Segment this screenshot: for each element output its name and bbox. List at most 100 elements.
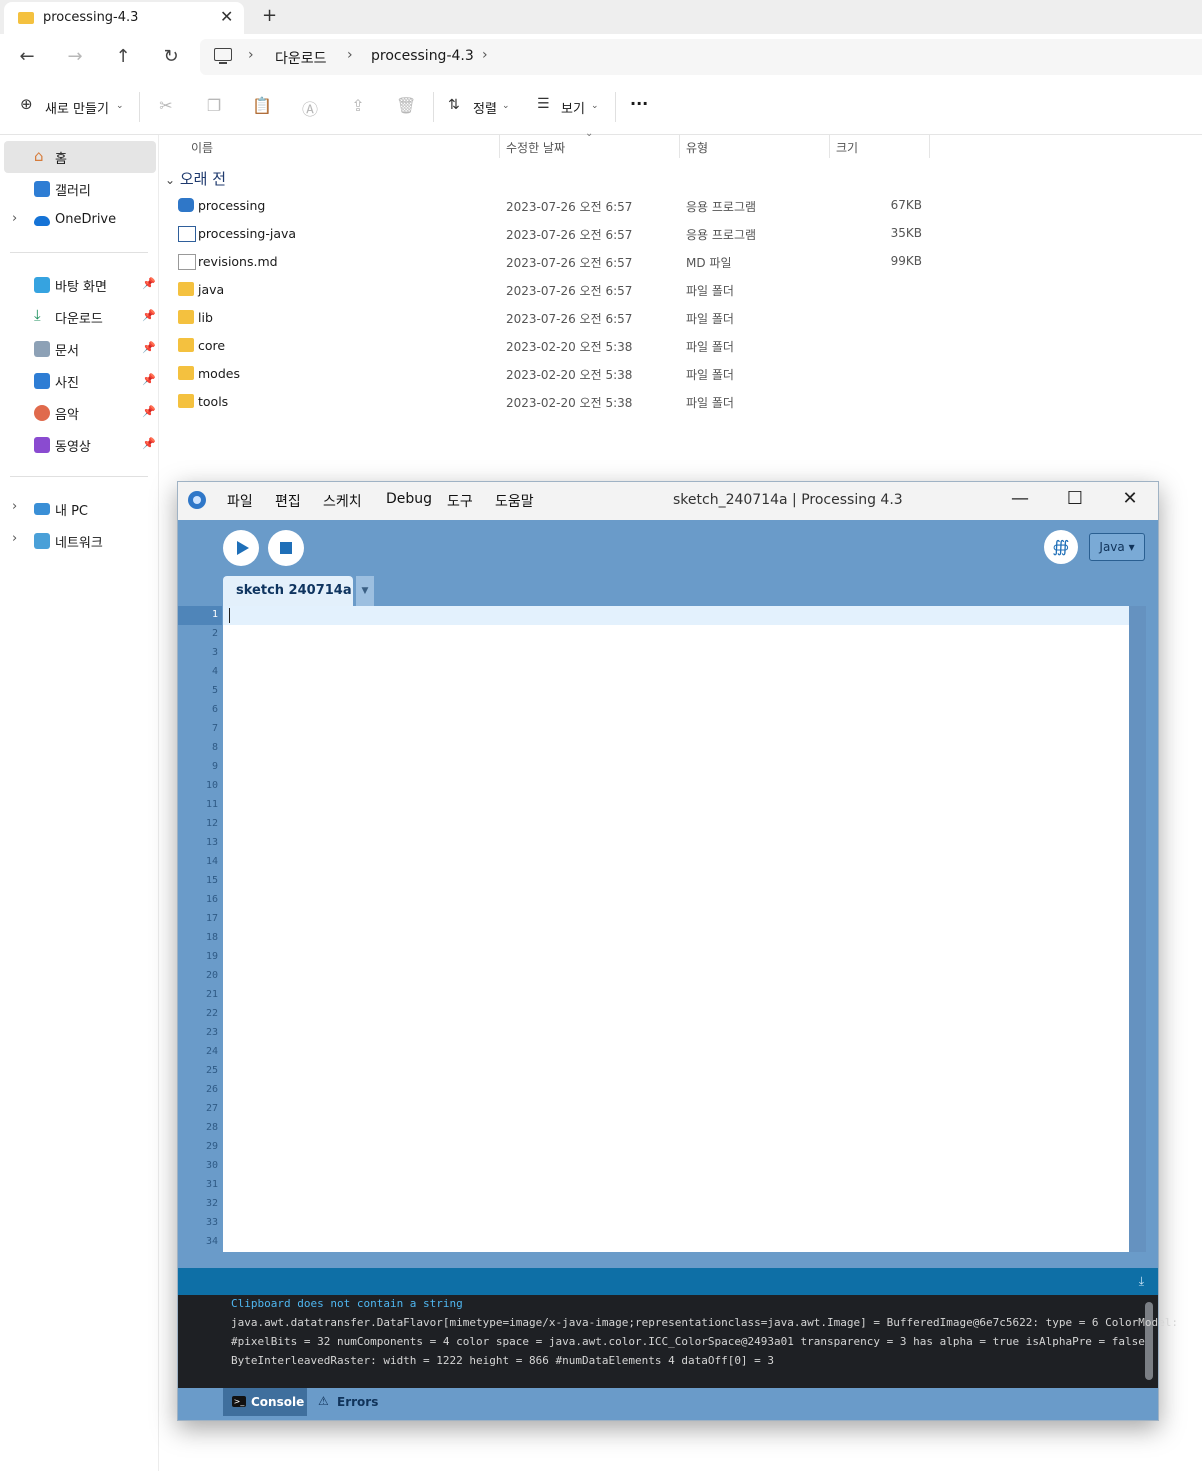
copy-icon[interactable]: ❐ bbox=[204, 96, 224, 115]
file-row[interactable]: core 2023-02-20 오전 5:38 파일 폴더 bbox=[172, 332, 932, 360]
forward-button[interactable]: → bbox=[63, 46, 87, 67]
menu-tools[interactable]: 도구 bbox=[447, 491, 473, 511]
line-number: 1 bbox=[211, 609, 218, 620]
column-header-size[interactable]: 크기 bbox=[836, 139, 858, 156]
sort-button[interactable]: 정렬 bbox=[473, 98, 497, 117]
pin-icon[interactable]: 📌 bbox=[142, 405, 156, 418]
breadcrumb-separator[interactable]: › bbox=[248, 47, 254, 63]
sidebar-item-onedrive[interactable]: › OneDrive bbox=[4, 205, 156, 237]
line-number-gutter bbox=[178, 606, 222, 1252]
menu-debug[interactable]: Debug bbox=[386, 491, 432, 507]
sidebar-item-this-pc[interactable]: › 내 PC bbox=[4, 493, 156, 525]
address-bar[interactable]: › 다운로드 › processing-4.3 › bbox=[200, 39, 1202, 75]
sidebar-item-home[interactable]: ⌂ 홈 bbox=[4, 141, 156, 173]
menu-sketch[interactable]: 스케치 bbox=[323, 491, 362, 511]
terminal-icon: >_ bbox=[232, 1396, 246, 1407]
maximize-button[interactable]: ☐ bbox=[1060, 488, 1090, 509]
column-header-date[interactable]: 수정한 날짜 bbox=[506, 139, 565, 156]
editor-scrollbar[interactable] bbox=[1129, 606, 1146, 1252]
file-row[interactable]: processing-java 2023-07-26 오전 6:57 응용 프로그램… bbox=[172, 220, 932, 248]
view-button[interactable]: 보기 bbox=[561, 98, 585, 117]
tab-console[interactable]: >_ Console bbox=[223, 1388, 307, 1416]
stop-button[interactable] bbox=[268, 530, 304, 566]
mode-selector[interactable]: Java ▾ bbox=[1089, 533, 1145, 561]
pin-icon[interactable]: 📌 bbox=[142, 373, 156, 386]
up-button[interactable]: ↑ bbox=[111, 46, 135, 67]
column-header-type[interactable]: 유형 bbox=[686, 139, 708, 156]
sidebar-item-label: 다운로드 bbox=[55, 312, 103, 327]
chevron-right-icon[interactable]: › bbox=[12, 531, 17, 546]
refresh-button[interactable]: ↻ bbox=[159, 46, 183, 67]
rename-icon[interactable]: Ⓐ bbox=[300, 96, 320, 120]
network-icon bbox=[34, 533, 50, 549]
column-divider[interactable] bbox=[679, 134, 680, 158]
file-date: 2023-02-20 오전 5:38 bbox=[506, 396, 633, 410]
code-editor[interactable] bbox=[223, 606, 1129, 1252]
group-header[interactable]: ⌄ 오래 전 bbox=[165, 168, 226, 189]
share-icon[interactable]: ⇪ bbox=[348, 96, 368, 115]
file-row[interactable]: processing 2023-07-26 오전 6:57 응용 프로그램 67KB bbox=[172, 192, 932, 220]
menu-help[interactable]: 도움말 bbox=[495, 491, 534, 511]
menu-file[interactable]: 파일 bbox=[227, 491, 253, 511]
debug-button[interactable]: ∰ bbox=[1044, 530, 1078, 564]
line-number: 31 bbox=[205, 1179, 218, 1190]
tab-close-icon[interactable]: ✕ bbox=[220, 7, 233, 26]
sidebar-item-desktop[interactable]: 바탕 화면 📌 bbox=[4, 269, 156, 301]
file-row[interactable]: modes 2023-02-20 오전 5:38 파일 폴더 bbox=[172, 360, 932, 388]
file-row[interactable]: revisions.md 2023-07-26 오전 6:57 MD 파일 99KB bbox=[172, 248, 932, 276]
line-number: 28 bbox=[205, 1122, 218, 1133]
column-divider[interactable] bbox=[499, 134, 500, 158]
file-row[interactable]: tools 2023-02-20 오전 5:38 파일 폴더 bbox=[172, 388, 932, 416]
navigation-pane: ⌂ 홈 갤러리 › OneDrive 바탕 화면 📌 ⤓ 다운로드 📌 문서 📌… bbox=[0, 135, 159, 1471]
tab-menu-button[interactable]: ▼ bbox=[356, 576, 374, 606]
sketch-tab[interactable]: sketch 240714a bbox=[223, 576, 353, 606]
chevron-right-icon[interactable]: › bbox=[12, 211, 17, 226]
breadcrumb-downloads[interactable]: 다운로드 bbox=[275, 48, 327, 68]
folder-icon bbox=[178, 310, 194, 324]
close-button[interactable]: ✕ bbox=[1115, 488, 1145, 509]
delete-icon[interactable]: 🗑 bbox=[396, 96, 416, 115]
menu-edit[interactable]: 편집 bbox=[275, 491, 301, 511]
file-row[interactable]: lib 2023-07-26 오전 6:57 파일 폴더 bbox=[172, 304, 932, 332]
sidebar-item-label: 내 PC bbox=[55, 504, 89, 519]
divider bbox=[10, 476, 148, 477]
chevron-right-icon[interactable]: › bbox=[12, 499, 17, 514]
sidebar-item-documents[interactable]: 문서 📌 bbox=[4, 333, 156, 365]
file-row[interactable]: java 2023-07-26 오전 6:57 파일 폴더 bbox=[172, 276, 932, 304]
explorer-tab-strip: processing-4.3 ✕ + bbox=[0, 0, 1202, 34]
folder-icon bbox=[178, 366, 194, 380]
this-pc-icon[interactable] bbox=[214, 48, 232, 64]
tab-errors[interactable]: ⚠ Errors bbox=[316, 1388, 406, 1416]
back-button[interactable]: ← bbox=[15, 46, 39, 67]
pin-icon[interactable]: 📌 bbox=[142, 277, 156, 290]
new-tab-button[interactable]: + bbox=[262, 5, 277, 26]
new-button[interactable]: 새로 만들기 bbox=[45, 98, 109, 117]
sidebar-item-downloads[interactable]: ⤓ 다운로드 📌 bbox=[4, 301, 156, 333]
clear-console-icon[interactable]: ⤓ bbox=[1139, 1274, 1144, 1289]
cut-icon[interactable]: ✂ bbox=[156, 96, 176, 115]
sidebar-item-pictures[interactable]: 사진 📌 bbox=[4, 365, 156, 397]
line-number: 10 bbox=[205, 780, 218, 791]
pin-icon[interactable]: 📌 bbox=[142, 341, 156, 354]
new-icon: ⊕ bbox=[20, 95, 33, 113]
breadcrumb-separator[interactable]: › bbox=[347, 47, 353, 63]
breadcrumb-processing[interactable]: processing-4.3 bbox=[371, 48, 474, 64]
breadcrumb-separator[interactable]: › bbox=[482, 47, 488, 63]
pin-icon[interactable]: 📌 bbox=[142, 309, 156, 322]
sidebar-item-videos[interactable]: 동영상 📌 bbox=[4, 429, 156, 461]
sidebar-item-gallery[interactable]: 갤러리 bbox=[4, 173, 156, 205]
minimize-button[interactable]: — bbox=[1005, 488, 1035, 509]
sidebar-item-music[interactable]: 음악 📌 bbox=[4, 397, 156, 429]
console-scrollbar[interactable] bbox=[1145, 1302, 1153, 1380]
title-bar[interactable]: 파일 편집 스케치 Debug 도구 도움말 sketch_240714a | … bbox=[178, 482, 1158, 520]
more-options-button[interactable]: ··· bbox=[630, 94, 648, 113]
sidebar-item-network[interactable]: › 네트워크 bbox=[4, 525, 156, 557]
pin-icon[interactable]: 📌 bbox=[142, 437, 156, 450]
column-divider[interactable] bbox=[829, 134, 830, 158]
paste-icon[interactable]: 📋 bbox=[252, 96, 272, 115]
run-button[interactable] bbox=[223, 530, 259, 566]
column-divider[interactable] bbox=[929, 134, 930, 158]
column-header-name[interactable]: 이름 bbox=[191, 139, 213, 156]
explorer-tab[interactable]: processing-4.3 ✕ bbox=[4, 2, 244, 34]
file-name: lib bbox=[198, 310, 213, 325]
